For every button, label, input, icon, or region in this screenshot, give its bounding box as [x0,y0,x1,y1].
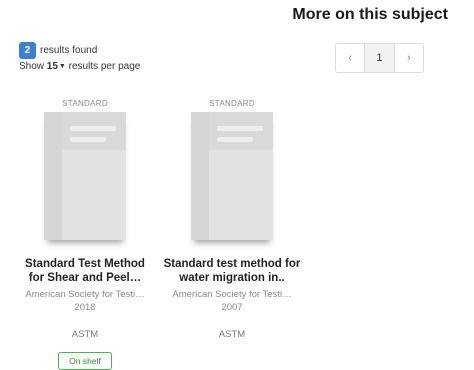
section-heading: More on this subject [292,6,448,23]
show-label: Show [19,61,45,72]
chevron-left-icon[interactable]: ‹ [348,52,352,64]
per-page-control: Show 15▼ results per page [19,61,140,72]
cover-line [70,126,116,131]
item-title[interactable]: Standard test method for water migration… [157,257,307,285]
result-card[interactable]: STANDARD Standard test method for water … [157,99,307,340]
current-page[interactable]: 1 [365,44,394,72]
results-count-badge: 2 [19,42,36,59]
cover-spine [191,112,209,240]
item-type-label: STANDARD [209,99,255,108]
cover-line [217,126,263,131]
result-card[interactable]: STANDARD Standard Test Method for Shear … [10,99,160,370]
item-source: ASTM [71,329,99,340]
per-page-select[interactable]: 15▼ [47,61,66,72]
item-type-label: STANDARD [62,99,108,108]
cover-line [70,137,106,142]
availability-badge: On shelf [58,352,112,370]
item-publisher: American Society for Testi… [172,289,292,300]
caret-down-icon[interactable]: ▼ [59,63,66,70]
pagination: ‹ 1 › [335,43,424,73]
results-found-label: results found [40,45,98,56]
item-year: 2018 [74,302,96,313]
cover-spine [44,112,62,240]
per-page-suffix: results per page [68,61,141,72]
book-cover-placeholder[interactable] [191,112,273,240]
cover-top-band [62,112,126,150]
next-page-button[interactable]: › [393,44,423,72]
item-year: 2007 [221,302,243,313]
cover-line [217,137,253,142]
item-publisher: American Society for Testi… [25,289,145,300]
prev-page-button[interactable]: ‹ [336,44,366,72]
per-page-value[interactable]: 15 [47,61,58,72]
chevron-right-icon[interactable]: › [407,52,411,64]
item-source: ASTM [218,329,246,340]
item-title[interactable]: Standard Test Method for Shear and Peel… [10,257,160,285]
book-cover-placeholder[interactable] [44,112,126,240]
cover-top-band [209,112,273,150]
